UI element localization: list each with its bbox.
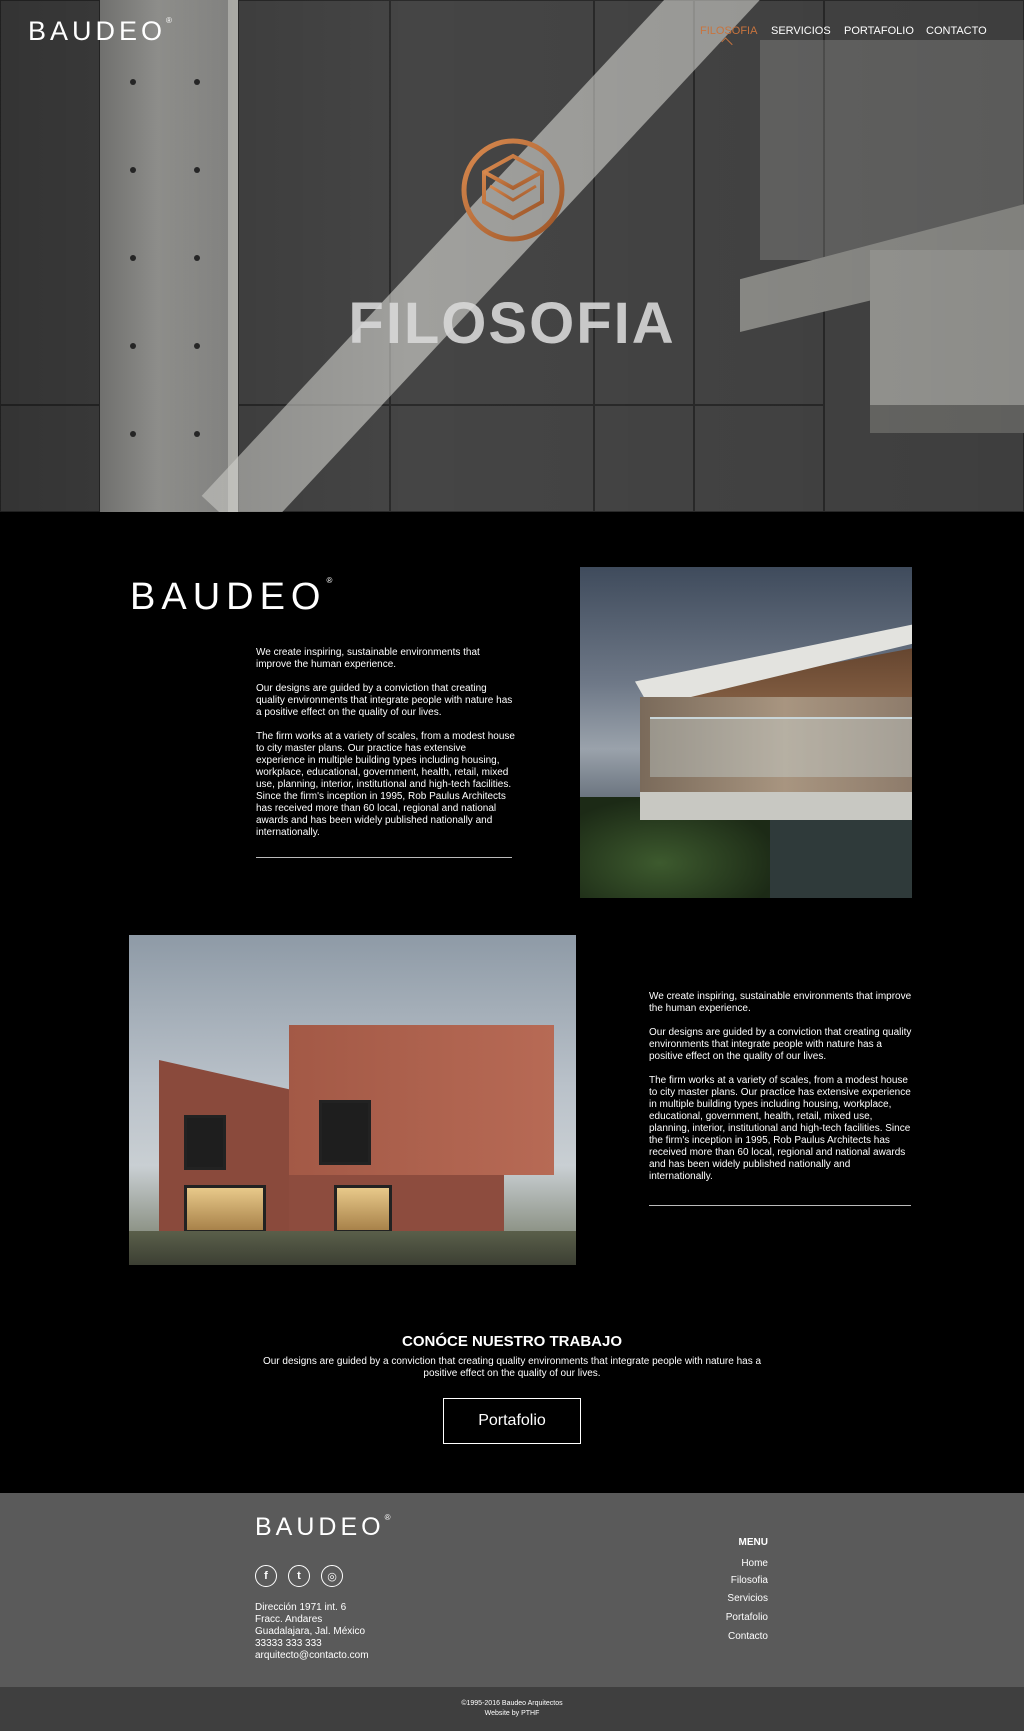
brick-house-photo: [129, 935, 576, 1265]
footer-link-filosofia[interactable]: Filosofia: [731, 1575, 768, 1586]
header-logo-text: BAUDEO: [28, 16, 167, 46]
hero-section: BAUDEO® FILOSOFIA SERVICIOS PORTAFOLIO C…: [0, 0, 1024, 512]
section-logo-text: BAUDEO: [130, 576, 327, 618]
credit-text: Website by PTHF: [484, 1710, 540, 1717]
footer-link-contacto[interactable]: Contacto: [728, 1631, 768, 1642]
about-text-1: We create inspiring, sustainable environ…: [256, 647, 516, 851]
photo-window-lit: [334, 1185, 392, 1233]
about-paragraph: We create inspiring, sustainable environ…: [256, 647, 480, 670]
hero-shade: [0, 0, 1024, 512]
footer-logo-text: BAUDEO: [255, 1513, 385, 1541]
about-paragraph: The firm works at a variety of scales, f…: [649, 1075, 911, 1182]
footer-link-home[interactable]: Home: [741, 1558, 768, 1569]
about-paragraph: We create inspiring, sustainable environ…: [649, 991, 912, 1014]
header-logo-mark: ®: [166, 16, 172, 25]
phone: 33333 333 333: [255, 1638, 322, 1649]
photo-window: [184, 1115, 226, 1170]
nav-item-portafolio[interactable]: PORTAFOLIO: [844, 25, 914, 37]
address-line: Dirección 1971 int. 6: [255, 1602, 347, 1613]
hero-title: FILOSOFIA: [348, 291, 676, 356]
photo-window: [319, 1100, 371, 1165]
cta-subtitle: Our designs are guided by a conviction t…: [262, 1356, 762, 1379]
email-link[interactable]: arquitecto@contacto.com: [255, 1650, 369, 1662]
copyright-bar: ©1995-2016 Baudeo Arquitectos Website by…: [0, 1687, 1024, 1731]
section-logo-mark: ®: [326, 576, 333, 585]
cta-title: CONÓCE NUESTRO TRABAJO: [401, 1333, 622, 1350]
divider: [649, 1205, 911, 1206]
about-paragraph: Our designs are guided by a conviction t…: [649, 1027, 912, 1062]
address-line: Guadalajara, Jal. México: [255, 1626, 366, 1637]
about-paragraph: Our designs are guided by a conviction t…: [256, 683, 513, 718]
house-balcony-photo: [580, 567, 912, 898]
photo-lawn: [129, 1231, 576, 1265]
photo-deck: [640, 792, 912, 820]
instagram-icon[interactable]: ◎: [321, 1565, 343, 1587]
header-logo[interactable]: BAUDEO®: [28, 16, 172, 47]
about-text-2: We create inspiring, sustainable environ…: [649, 991, 914, 1195]
nav-item-servicios[interactable]: SERVICIOS: [771, 25, 831, 37]
footer-logo[interactable]: BAUDEO®: [255, 1513, 391, 1542]
social-links: f t ◎: [255, 1565, 343, 1587]
photo-window-lit: [184, 1185, 266, 1233]
footer-address: Dirección 1971 int. 6 Fracc. Andares Gua…: [255, 1602, 369, 1662]
nav-item-filosofia[interactable]: FILOSOFIA: [700, 25, 757, 37]
address-line: Fracc. Andares: [255, 1614, 323, 1625]
footer-link-servicios[interactable]: Servicios: [727, 1593, 768, 1604]
facebook-icon[interactable]: f: [255, 1565, 277, 1587]
footer-menu-title: MENU: [738, 1537, 768, 1548]
nav-item-contacto[interactable]: CONTACTO: [926, 25, 987, 37]
photo-glass-rail: [650, 717, 912, 777]
photo-brick-base: [289, 1175, 504, 1235]
leaf-emblem-icon: [461, 138, 565, 254]
twitter-icon[interactable]: t: [288, 1565, 310, 1587]
about-paragraph: The firm works at a variety of scales, f…: [256, 731, 515, 838]
footer-link-portafolio[interactable]: Portafolio: [726, 1612, 768, 1623]
divider: [256, 857, 512, 858]
section-logo: BAUDEO®: [130, 576, 332, 619]
copyright-text: ©1995-2016 Baudeo Arquitectos: [461, 1700, 563, 1707]
photo-lower-level: [770, 820, 912, 898]
footer: BAUDEO® f t ◎ Dirección 1971 int. 6 Frac…: [0, 1493, 1024, 1687]
footer-logo-mark: ®: [384, 1513, 391, 1522]
portfolio-button[interactable]: Portafolio: [443, 1398, 581, 1444]
